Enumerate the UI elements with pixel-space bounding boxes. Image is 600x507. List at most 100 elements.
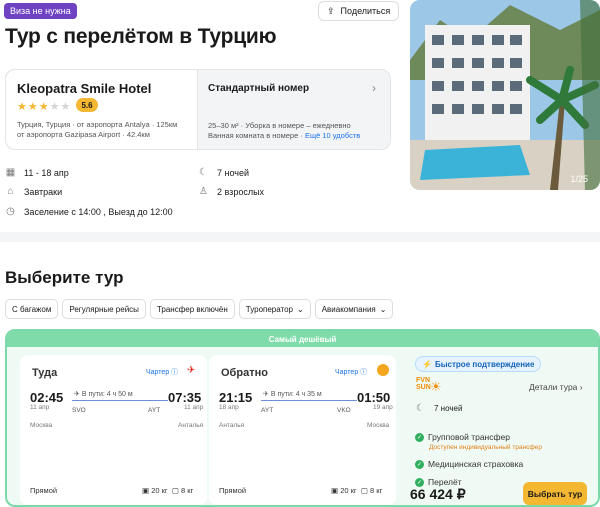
direct-label: Прямой — [30, 486, 58, 495]
info-dates: ▦ 11 - 18 апр — [5, 167, 69, 178]
filter-baggage[interactable]: С багажом — [5, 299, 59, 319]
share-icon: ⇪ — [327, 5, 335, 16]
airline-logo-icon — [377, 364, 389, 376]
filter-bar: С багажом Регулярные рейсы Трансфер вклю… — [5, 299, 394, 319]
baggage-info: ▣ 20 кг ▢ 8 кг — [331, 486, 383, 495]
hotel-card[interactable]: Kleopatra Smile Hotel ★★★★★ 5.6 Турция, … — [6, 70, 198, 149]
baggage-info: ▣ 20 кг ▢ 8 кг — [142, 486, 194, 495]
charter-label: Чартер ⓘ — [146, 369, 179, 376]
moon-icon: ☾ — [199, 167, 208, 178]
arrival-time: 07:35 — [168, 390, 202, 405]
flight-return[interactable]: Обратно Чартер ⓘ 21:15 ✈ В пути: 4 ч 35 … — [209, 355, 396, 505]
star-icon: ★ — [60, 101, 72, 113]
lightning-icon: ⚡ — [422, 359, 432, 369]
select-tour-button[interactable]: Выбрать тур — [523, 482, 587, 505]
star-icon: ★ — [27, 101, 39, 113]
feature-insurance: ✓ Медицинская страховка — [415, 459, 524, 469]
info-guests: ♙ 2 взрослых — [198, 186, 264, 197]
operator-logo: FVN SUN — [416, 377, 431, 391]
flight-outbound[interactable]: Туда Чартер ⓘ ✈ 02:45 ✈ В пути: 4 ч 50 м… — [20, 355, 207, 505]
hotel-name[interactable]: Kleopatra Smile Hotel — [17, 81, 151, 96]
filter-regular-flights[interactable]: Регулярные рейсы — [62, 299, 146, 319]
plane-icon: ✈ — [263, 391, 269, 398]
arrival-date: 11 апр — [184, 404, 204, 411]
star-icon: ★ — [17, 101, 28, 113]
room-name[interactable]: Стандартный номер — [208, 83, 309, 94]
star-icons: ★★★★★ — [17, 101, 71, 113]
plane-icon: ✈ — [74, 391, 80, 398]
route-line — [261, 400, 357, 401]
page-title: Тур с перелётом в Турцию — [5, 25, 277, 48]
flight-duration: ✈ В пути: 4 ч 35 м — [263, 391, 322, 398]
departure-time: 02:45 — [30, 390, 64, 405]
share-label: Поделиться — [340, 6, 391, 16]
hotel-photo-image — [410, 0, 600, 190]
route-line — [72, 400, 168, 401]
star-icon: ★ — [49, 101, 61, 113]
tour-price: 66 424 ₽ — [410, 486, 466, 502]
departure-airport: AYT — [261, 407, 274, 414]
chevron-down-icon: ⌄ — [297, 304, 304, 314]
arrival-date: 19 апр — [373, 404, 393, 411]
suitcase-icon: ▣ — [142, 486, 150, 495]
arrival-city: Москва — [367, 422, 390, 429]
direct-label: Прямой — [219, 486, 247, 495]
arrival-city: Анталья — [178, 422, 204, 429]
arrival-airport: AYT — [148, 407, 161, 414]
section-divider — [0, 232, 600, 242]
star-icon: ★ — [38, 101, 50, 113]
info-checkin: ◷ Заселение с 14:00 , Выезд до 12:00 — [5, 206, 173, 217]
moon-icon: ☾ — [416, 403, 425, 414]
departure-city: Москва — [30, 422, 53, 429]
arrival-airport: VKO — [337, 407, 351, 414]
guests-text: 2 взрослых — [217, 186, 265, 197]
filter-transfer[interactable]: Трансфер включён — [149, 299, 235, 319]
leg-title: Обратно — [221, 367, 268, 379]
visa-badge: Виза не нужна — [4, 3, 77, 19]
share-button[interactable]: ⇪ Поделиться — [318, 1, 400, 21]
departure-city: Анталья — [219, 422, 245, 429]
hotel-photo[interactable]: 1/25 — [410, 0, 600, 190]
tour-details-link[interactable]: Детали тура › — [529, 382, 583, 392]
location-line-2: от аэропорта Gazipasa Airport · 42.4км — [17, 130, 150, 139]
photo-counter: 1/25 — [570, 174, 588, 184]
check-icon: ✓ — [415, 459, 424, 469]
cheapest-banner: Самый дешёвый — [7, 331, 598, 347]
info-meal: ⌂ Завтраки — [5, 186, 62, 197]
hotel-location: Турция, Турция · от аэропорта Antalya · … — [17, 120, 177, 140]
handbag-icon: ▢ — [360, 486, 368, 495]
room-details: 25–30 м² · Уборка в номере – ежедневно В… — [208, 121, 360, 141]
flight-duration: ✈ В пути: 4 ч 50 м — [74, 391, 133, 398]
more-amenities-link[interactable]: Ещё 10 удобств — [305, 131, 360, 140]
suitcase-icon: ▣ — [331, 486, 339, 495]
calendar-icon: ▦ — [5, 167, 16, 178]
info-icon: ⓘ — [360, 369, 368, 376]
sun-icon: ☀ — [430, 379, 442, 394]
tour-nights: ☾ 7 ночей — [416, 403, 463, 414]
rating-badge: 5.6 — [76, 98, 98, 112]
tour-offer-card: Самый дешёвый Туда Чартер ⓘ ✈ 02:45 ✈ В … — [5, 329, 600, 507]
filter-operator[interactable]: Туроператор ⌄ — [238, 299, 311, 319]
person-icon: ♙ — [199, 186, 208, 197]
chevron-right-icon[interactable]: › — [372, 81, 376, 95]
room-details-line-2: Ванная комната в номере · — [208, 131, 303, 140]
hotel-stars: ★★★★★ — [17, 100, 71, 113]
departure-date: 11 апр — [30, 404, 50, 411]
choose-tour-title: Выберите тур — [5, 268, 124, 287]
departure-time: 21:15 — [219, 390, 253, 405]
nights-text: 7 ночей — [217, 167, 250, 178]
dates-text: 11 - 18 апр — [24, 167, 69, 178]
check-icon: ✓ — [415, 432, 424, 442]
filter-airline[interactable]: Авиакомпания ⌄ — [314, 299, 394, 319]
clock-icon: ◷ — [6, 206, 15, 217]
info-nights: ☾ 7 ночей — [198, 167, 249, 178]
leg-title: Туда — [32, 367, 58, 379]
checkin-text: Заселение с 14:00 , Выезд до 12:00 — [24, 206, 173, 217]
meal-icon: ⌂ — [7, 186, 14, 197]
charter-label: Чартер ⓘ — [335, 369, 368, 376]
departure-airport: SVO — [72, 407, 86, 414]
hotel-room-card: Kleopatra Smile Hotel ★★★★★ 5.6 Турция, … — [5, 69, 391, 150]
chevron-right-icon: › — [579, 382, 583, 392]
meal-text: Завтраки — [24, 186, 63, 197]
airline-logo-icon: ✈ — [187, 365, 196, 376]
